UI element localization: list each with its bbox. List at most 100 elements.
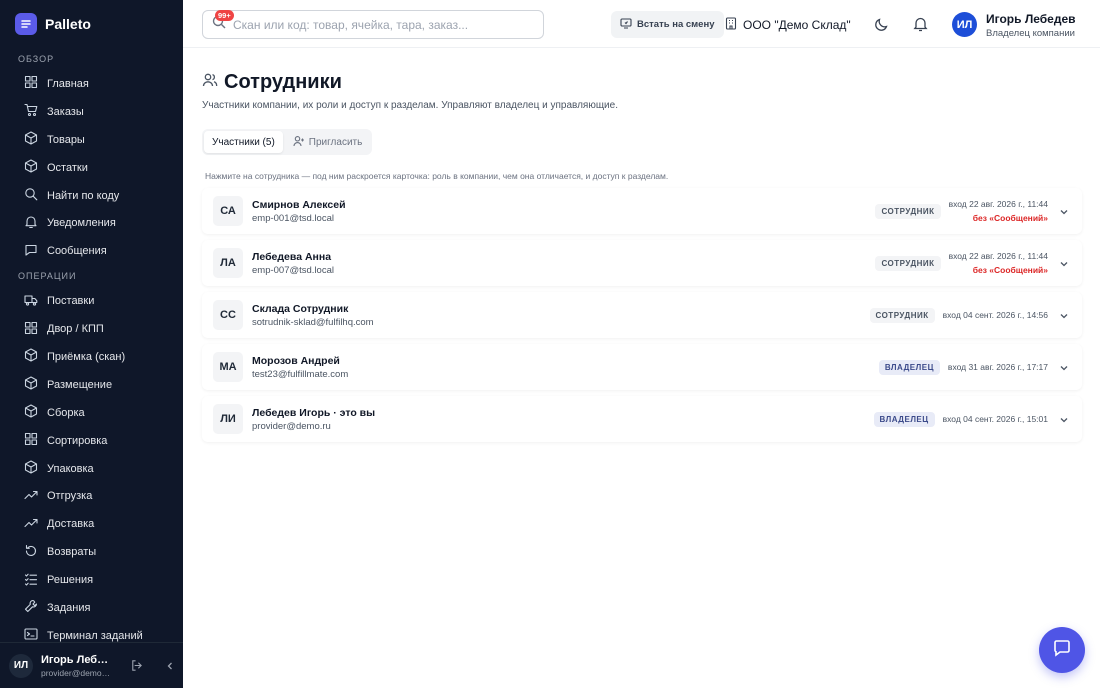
user-role: Владелец компании [986,28,1075,39]
sidebar-item-label: Поставки [47,295,95,308]
sidebar-item[interactable]: Двор / КПП [0,315,183,343]
sidebar-item[interactable]: Задания [0,594,183,622]
search-icon [24,187,38,204]
box-icon [24,404,38,421]
role-badge: ВЛАДЕЛЕЦ [873,411,935,427]
member-name: Лебедева Анна [252,251,332,263]
brand[interactable]: Palleto [0,0,183,48]
sidebar-item[interactable]: Главная [0,70,183,98]
return-icon [24,544,38,561]
login-info: вход 22 авг. 2026 г., 11:44 без «Сообщени… [949,197,1048,225]
login-info: вход 04 сент. 2026 г., 14:56 [943,308,1048,322]
sidebar-item-label: Упаковка [47,462,94,475]
chevron-down-icon[interactable] [1058,361,1070,373]
login-info: вход 22 авг. 2026 г., 11:44 без «Сообщени… [949,249,1048,277]
notifications-bell-icon[interactable] [910,14,930,34]
sidebar-item[interactable]: Приёмка (скан) [0,343,183,371]
tab-members[interactable]: Участники (5) [204,131,283,153]
tabs: Участники (5) Пригласить [202,129,373,155]
member-card[interactable]: ЛИ Лебедев Игорь · это вы provider@demo.ru… [202,396,1082,442]
sidebar-item[interactable]: Остатки [0,154,183,182]
sidebar-item[interactable]: Товары [0,126,183,154]
sidebar-item[interactable]: Уведомления [0,209,183,237]
member-card[interactable]: МА Морозов Андрей test23@fulfillmate.com ВЛ… [202,344,1082,390]
sidebar-item-label: Возвраты [47,546,97,559]
start-shift-button[interactable]: Встать на смену [611,11,724,38]
member-avatar: СА [213,196,243,226]
access-warning: без «Сообщений» [972,265,1048,275]
member-name: Морозов Андрей [252,355,340,367]
start-shift-label: Встать на смену [637,19,715,30]
sidebar-item-label: Главная [47,77,89,90]
tab-invite[interactable]: Пригласить [285,131,371,153]
sidebar-item[interactable]: Возвраты [0,538,183,566]
member-avatar: МА [213,352,243,382]
users-icon [202,72,218,93]
member-card[interactable]: СС Склада Сотрудник sotrudnik-sklad@fulfil… [202,292,1082,338]
theme-toggle-moon-icon[interactable] [871,14,891,34]
last-login: вход 04 сент. 2026 г., 14:56 [942,310,1048,320]
chevron-down-icon[interactable] [1058,413,1070,425]
user-menu[interactable]: Игорь Лебедев Владелец компании [986,12,1076,39]
sidebar-item[interactable]: Терминал заданий [0,622,183,642]
sidebar-item[interactable]: Размещение [0,371,183,399]
access-warning: без «Сообщений» [972,213,1048,223]
members-list: СА Смирнов Алексей emp-001@tsd.local СОТРУД… [202,188,1082,448]
sidebar-item[interactable]: Заказы [0,98,183,126]
company-selector[interactable]: ООО "Демо Склад" [725,11,851,38]
page-title: Сотрудники [224,71,342,93]
member-card[interactable]: СА Смирнов Алексей emp-001@tsd.local СОТРУД… [202,188,1082,234]
member-email: emp-001@tsd.local [252,213,334,224]
sidebar-user-name: Игорь Лебедев [41,653,111,666]
sidebar-item[interactable]: Решения [0,566,183,594]
truck-icon [24,293,38,310]
sidebar-item[interactable]: Доставка [0,510,183,538]
avatar[interactable]: ИЛ [952,12,977,37]
terminal-icon [24,627,38,642]
collapse-sidebar-icon[interactable] [161,657,179,675]
sidebar-item[interactable]: Сортировка [0,427,183,455]
box-icon [24,460,38,477]
sidebar-item[interactable]: Упаковка [0,455,183,483]
sidebar-item-label: Сортировка [47,434,108,447]
member-email: test23@fulfillmate.com [252,369,349,380]
box-icon [24,159,38,176]
member-avatar: СС [213,300,243,330]
sidebar-item[interactable]: Поставки [0,287,183,315]
sidebar-item-label: Задания [47,601,91,614]
login-info: вход 04 сент. 2026 г., 15:01 [943,412,1048,426]
logout-icon[interactable] [127,657,145,675]
avatar[interactable]: ИЛ [9,653,33,678]
member-avatar: ЛА [213,248,243,278]
member-name: Склада Сотрудник [252,303,349,315]
sidebar-item[interactable]: Сообщения [0,237,183,265]
sidebar-item[interactable]: Найти по коду [0,182,183,210]
search-box[interactable] [202,10,544,39]
sidebar-item-label: Товары [47,133,85,146]
member-name: Лебедев Игорь · это вы [252,407,376,419]
members-hint: Нажмите на сотрудника — под ним раскроет… [205,171,669,181]
chat-button[interactable] [1039,627,1085,673]
chevron-down-icon[interactable] [1058,309,1070,321]
last-login: вход 22 авг. 2026 г., 11:44 [948,199,1048,209]
trend-icon [24,488,38,505]
sidebar-item-label: Сообщения [47,245,107,258]
grid-icon [24,432,38,449]
sidebar-user-email: provider@demo.ru [41,667,111,678]
member-card[interactable]: ЛА Лебедева Анна emp-007@tsd.local СОТРУДНИ… [202,240,1082,286]
member-name: Смирнов Алексей [252,199,346,211]
sidebar-item[interactable]: Сборка [0,399,183,427]
chevron-down-icon[interactable] [1058,257,1070,269]
search-input[interactable] [233,17,523,32]
role-badge: СОТРУДНИК [875,255,941,271]
sidebar-item-label: Доставка [47,518,95,531]
company-name: ООО "Демо Склад" [743,17,851,32]
tab-invite-label: Пригласить [308,136,363,148]
sidebar-item-label: Сборка [47,406,85,419]
sidebar-item-label: Решения [47,574,94,587]
notifications-badge: 99+ [215,10,234,21]
chevron-down-icon[interactable] [1058,205,1070,217]
sidebar-item[interactable]: Отгрузка [0,482,183,510]
sidebar-item-label: Терминал заданий [47,629,143,642]
logo-icon [15,13,37,35]
